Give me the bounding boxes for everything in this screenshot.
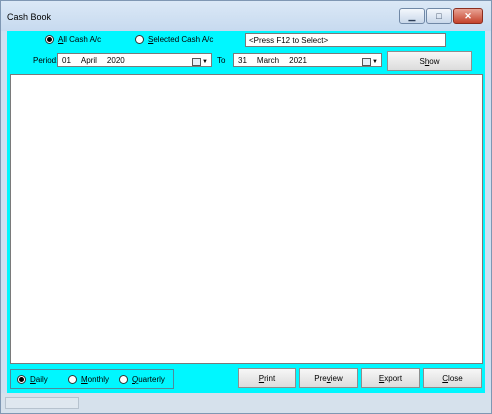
dropdown-arrow-icon: ▼ xyxy=(202,58,208,65)
close-button[interactable]: Close xyxy=(423,368,482,388)
account-select-field[interactable]: <Press F12 to Select> xyxy=(245,33,446,47)
monthly-radio[interactable]: Monthly xyxy=(68,375,109,384)
status-panel xyxy=(5,397,79,409)
to-month: March xyxy=(256,55,280,65)
to-date-picker[interactable]: 31 March 2021 ▼ xyxy=(233,53,382,67)
from-year: 2020 xyxy=(106,55,125,65)
cash-book-window: Cash Book ▁ □ ✕ All Cash A/c Selected Ca… xyxy=(0,0,492,414)
frequency-group: Daily Monthly Quarterly xyxy=(10,369,174,389)
all-cash-account-label: All Cash A/c xyxy=(58,35,102,44)
to-year: 2021 xyxy=(289,55,307,65)
report-content-area[interactable] xyxy=(10,74,483,364)
selected-cash-account-label: Selected Cash A/c xyxy=(148,35,214,44)
print-button[interactable]: Print xyxy=(238,368,296,388)
preview-button[interactable]: Pre v iew xyxy=(299,368,358,388)
window-title: Cash Book xyxy=(7,12,52,22)
minimize-icon[interactable]: ▁ xyxy=(399,8,425,24)
daily-label: Daily xyxy=(30,375,48,384)
from-day: 01 xyxy=(62,55,71,65)
calendar-icon[interactable]: ▼ xyxy=(192,57,208,66)
export-button[interactable]: Export xyxy=(361,368,420,388)
calendar-icon[interactable]: ▼ xyxy=(362,57,378,66)
title-bar[interactable]: Cash Book ▁ □ ✕ xyxy=(1,1,491,31)
from-date-picker[interactable]: 01 April 2020 ▼ xyxy=(57,53,212,67)
maximize-icon[interactable]: □ xyxy=(426,8,452,24)
radio-selected-icon xyxy=(45,35,54,44)
from-month: April xyxy=(80,55,97,65)
period-label: Period: xyxy=(33,56,59,65)
quarterly-radio[interactable]: Quarterly xyxy=(119,375,165,384)
monthly-label: Monthly xyxy=(81,375,110,384)
to-day: 31 xyxy=(238,55,247,65)
cash-book-client-area: All Cash A/c Selected Cash A/c <Press F1… xyxy=(7,31,485,393)
radio-selected-icon xyxy=(17,375,26,384)
status-bar xyxy=(1,393,491,413)
quarterly-label: Quarterly xyxy=(132,375,165,384)
radio-unselected-icon xyxy=(68,375,77,384)
radio-unselected-icon xyxy=(135,35,144,44)
dropdown-arrow-icon: ▼ xyxy=(372,58,378,65)
all-cash-account-radio[interactable]: All Cash A/c xyxy=(45,35,101,44)
to-label: To xyxy=(217,56,226,65)
selected-cash-account-radio[interactable]: Selected Cash A/c xyxy=(135,35,213,44)
radio-unselected-icon xyxy=(119,375,128,384)
show-button[interactable]: Sh ow xyxy=(387,51,472,71)
daily-radio[interactable]: Daily xyxy=(17,375,48,384)
close-icon[interactable]: ✕ xyxy=(453,8,483,24)
